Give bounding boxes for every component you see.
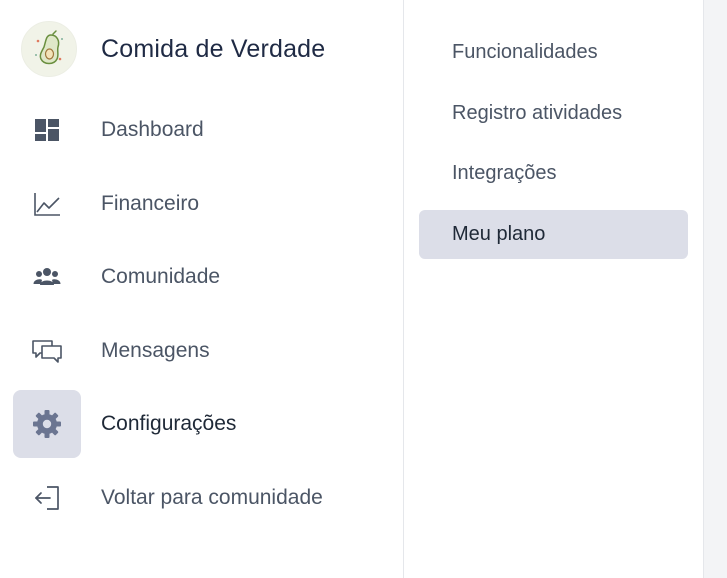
sidebar-item-mensagens[interactable]: Mensagens [13, 317, 393, 385]
avocado-icon [21, 21, 77, 77]
brand[interactable]: Comida de Verdade [21, 21, 325, 77]
icon-box [13, 390, 81, 458]
sidebar-item-label: Configurações [101, 412, 237, 435]
sidebar-item-configuracoes[interactable]: Configurações [13, 390, 393, 458]
exit-arrow-icon [35, 485, 59, 510]
content-panel-edge [703, 0, 727, 578]
app-window: Comida de Verdade Dashboard Financeiro C… [0, 0, 727, 578]
users-icon [33, 268, 61, 285]
submenu-item-registro-atividades[interactable]: Registro atividades [419, 89, 688, 138]
sidebar-item-label: Financeiro [101, 191, 200, 215]
sidebar-item-comunidade[interactable]: Comunidade [13, 243, 393, 311]
sidebar-item-financeiro[interactable]: Financeiro [13, 170, 393, 238]
sidebar-item-label: Dashboard [101, 118, 204, 141]
brand-name: Comida de Verdade [101, 34, 326, 63]
icon-box [13, 243, 81, 311]
settings-submenu: Funcionalidades Registro atividades Inte… [419, 28, 688, 270]
submenu-item-integracoes[interactable]: Integrações [419, 149, 688, 198]
sidebar-item-label: Mensagens [101, 338, 210, 362]
line-chart-icon [34, 192, 60, 216]
icon-box [13, 170, 81, 238]
sidebar-item-voltar[interactable]: Voltar para comunidade [13, 464, 393, 532]
submenu-item-funcionalidades[interactable]: Funcionalidades [419, 28, 688, 77]
sidebar-nav: Dashboard Financeiro Comunidade Mensagen… [13, 96, 393, 537]
icon-box [13, 464, 81, 532]
sidebar-item-dashboard[interactable]: Dashboard [13, 96, 393, 164]
chat-bubbles-icon [32, 339, 62, 363]
icon-box [13, 96, 81, 164]
sidebar: Comida de Verdade Dashboard Financeiro C… [0, 0, 404, 578]
submenu-item-meu-plano[interactable]: Meu plano [419, 209, 688, 259]
sidebar-item-label: Comunidade [101, 265, 221, 288]
sidebar-item-label: Voltar para comunidade [101, 485, 323, 509]
gear-icon [33, 410, 61, 438]
dashboard-icon [35, 119, 59, 141]
icon-box [13, 317, 81, 385]
